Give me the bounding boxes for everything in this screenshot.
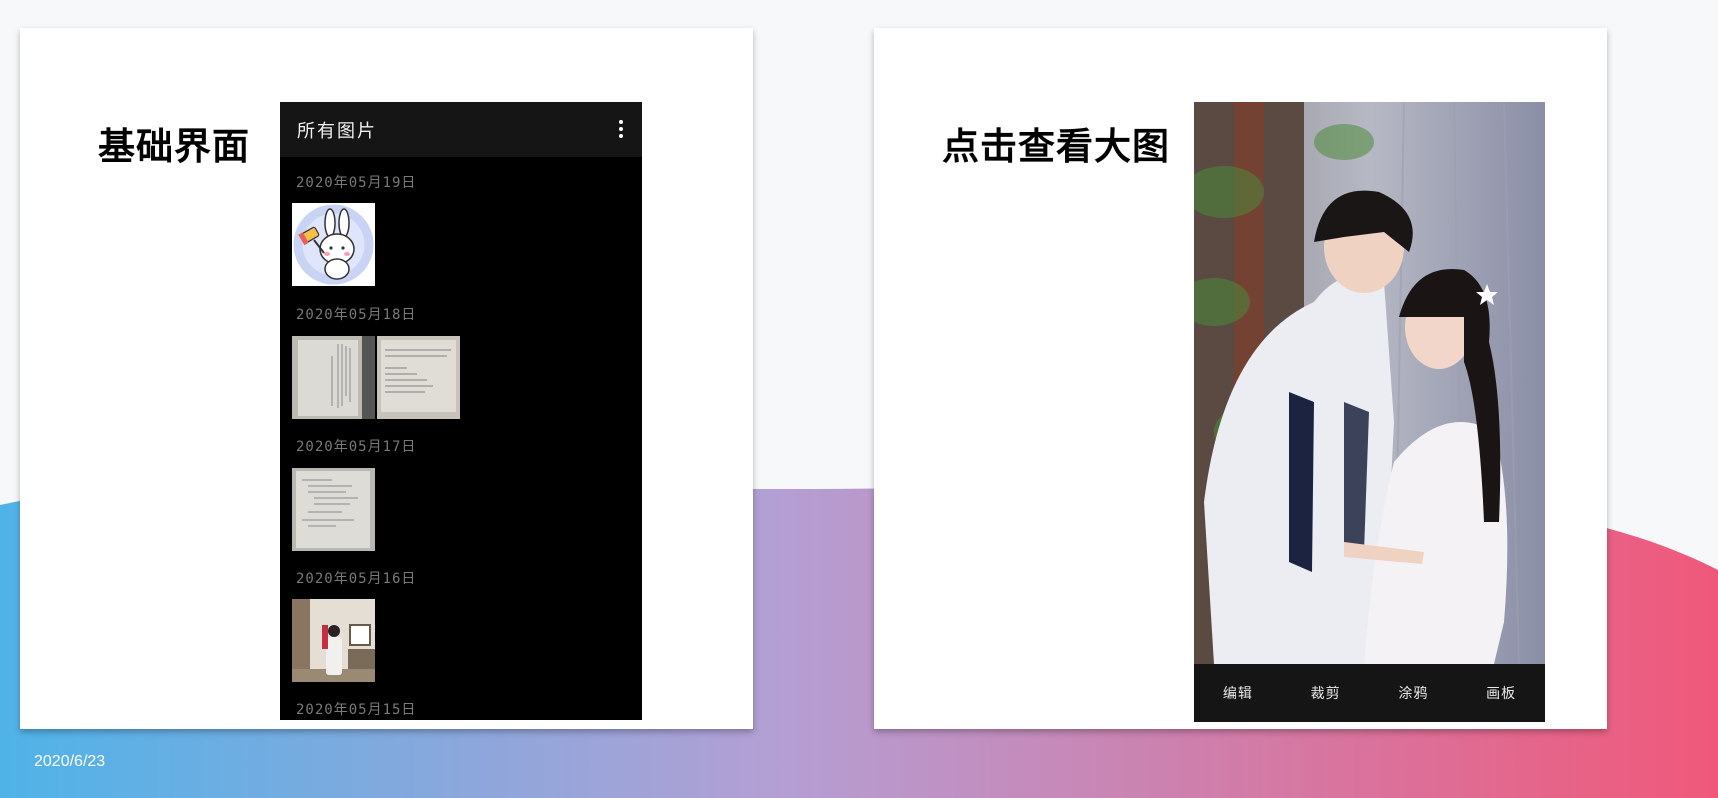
drawing-board-button[interactable]: 画板 [1476,677,1526,709]
couple-photo[interactable] [1194,102,1545,664]
edit-button[interactable]: 编辑 [1213,677,1263,709]
date-header: 2020年05月18日 [296,307,417,323]
card-title: 点击查看大图 [942,125,1170,168]
thumbnail-document-photo[interactable] [292,468,375,551]
gallery-screen: 所有图片 2020年05月19日 2020年05月18日 2020年05月17日… [280,102,642,720]
footer-date: 2020/6/23 [34,753,106,770]
more-vertical-icon[interactable] [618,120,624,140]
card-title: 基础界面 [98,125,250,168]
thumbnail-room-photo[interactable] [292,599,375,682]
date-header: 2020年05月19日 [296,175,417,191]
slide-card-view-image: 点击查看大图 编辑 裁剪 涂鸦 画板 [874,28,1607,729]
app-bar: 所有图片 [280,102,642,157]
image-viewer-screen: 编辑 裁剪 涂鸦 画板 [1194,102,1545,722]
slide-card-basic-ui: 基础界面 所有图片 2020年05月19日 2020年05月18日 2020年0… [20,28,753,729]
date-header: 2020年05月16日 [296,571,417,587]
doodle-button[interactable]: 涂鸦 [1388,677,1438,709]
date-header: 2020年05月17日 [296,439,417,455]
date-header: 2020年05月15日 [296,702,417,718]
app-bar-title: 所有图片 [297,120,377,142]
viewer-action-bar: 编辑 裁剪 涂鸦 画板 [1194,664,1545,722]
thumbnail-document-photo[interactable] [377,336,460,419]
thumbnail-document-photo[interactable] [292,336,375,419]
thumbnail-rabbit-sticker[interactable] [292,203,375,286]
crop-button[interactable]: 裁剪 [1301,677,1351,709]
